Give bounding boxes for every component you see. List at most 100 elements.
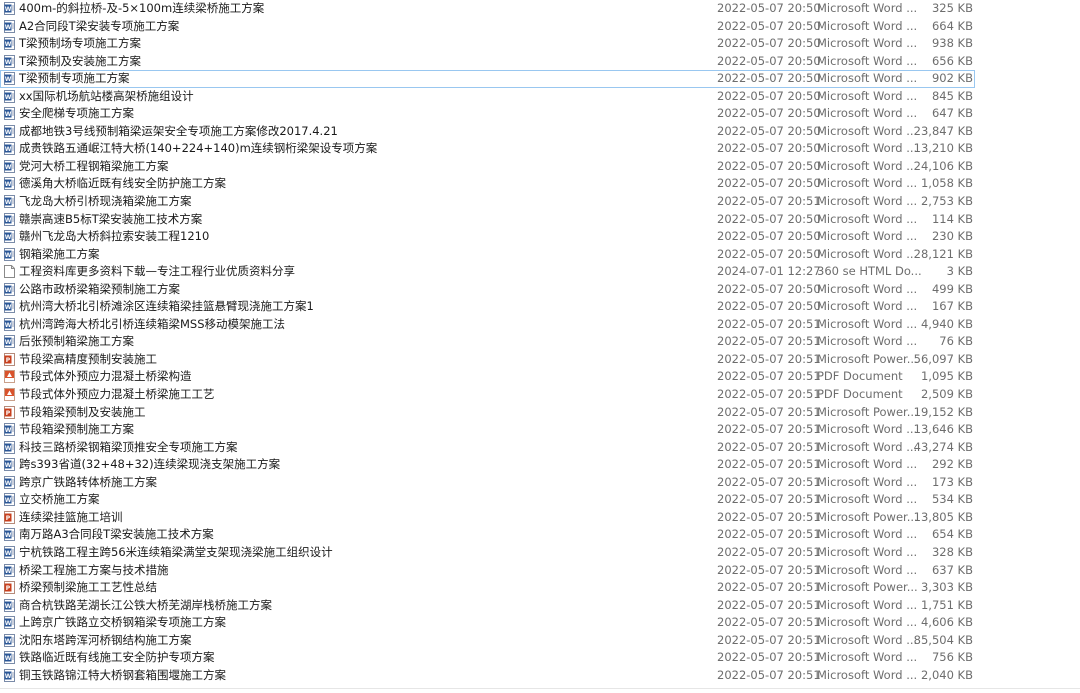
file-name: 钢箱梁施工方案 xyxy=(19,246,100,261)
file-name: 南万路A3合同段T梁安装施工技术方案 xyxy=(19,527,214,542)
file-row[interactable]: 节段式体外预应力混凝土桥梁施工工艺 2022-05-07 20:51 PDF Doc… xyxy=(0,386,1080,404)
word-icon: W xyxy=(4,616,15,630)
file-type: Microsoft Word ... xyxy=(817,176,918,191)
word-icon: W xyxy=(4,493,15,507)
file-row[interactable]: W 公路市政桥梁箱梁预制施工方案 2022-05-07 20:50 Microsoft… xyxy=(0,281,1080,299)
file-row[interactable]: P 桥梁预制梁施工工艺性总结 2022-05-07 20:51 Microsoft P… xyxy=(0,579,1080,597)
file-size: 3,303 KB xyxy=(920,580,973,595)
file-row[interactable]: W 桥梁工程施工方案与技术措施 2022-05-07 20:51 Microsoft … xyxy=(0,562,1080,580)
word-icon: W xyxy=(4,563,15,577)
file-size: 173 KB xyxy=(931,474,973,489)
svg-text:W: W xyxy=(5,164,12,171)
file-row[interactable]: W 赣崇高速B5标T梁安装施工技术方案 2022-05-07 20:50 Micros… xyxy=(0,211,1080,229)
file-name: 桥梁预制梁施工工艺性总结 xyxy=(19,580,157,595)
file-row[interactable]: W T梁预制专项施工方案 2022-05-07 20:50 Microsoft Wor… xyxy=(0,70,975,88)
file-row[interactable]: P 连续梁挂篮施工培训 2022-05-07 20:51 Microsoft Powe… xyxy=(0,509,1080,527)
file-row[interactable]: W 400m-的斜拉桥-及-5×100m连续梁桥施工方案 2022-05-07 20… xyxy=(0,0,1080,18)
file-row[interactable]: P 节段箱梁预制及安装施工 2022-05-07 20:51 Microsoft Po… xyxy=(0,404,1080,422)
file-name: 赣崇高速B5标T梁安装施工技术方案 xyxy=(19,211,203,226)
powerpoint-icon: P xyxy=(4,581,15,595)
file-row[interactable]: W 铜玉铁路锦江特大桥钢套箱围堰施工方案 2022-05-07 20:51 Micro… xyxy=(0,667,1080,685)
svg-text:W: W xyxy=(5,322,12,329)
file-date-modified: 2022-05-07 20:50 xyxy=(717,141,821,156)
file-size: 4,940 KB xyxy=(920,316,973,331)
file-row[interactable]: W 跨s393省道(32+48+32)连续梁现浇支架施工方案 2022-05-07 … xyxy=(0,456,1080,474)
file-size: 13,210 KB xyxy=(913,141,973,156)
svg-text:W: W xyxy=(5,199,12,206)
file-row[interactable]: W 安全爬梯专项施工方案 2022-05-07 20:50 Microsoft Wor… xyxy=(0,105,1080,123)
file-date-modified: 2022-05-07 20:51 xyxy=(717,544,821,559)
file-date-modified: 2022-05-07 20:51 xyxy=(717,492,821,507)
file-size: 499 KB xyxy=(931,281,973,296)
file-date-modified: 2022-05-07 20:51 xyxy=(717,615,821,630)
file-date-modified: 2022-05-07 20:50 xyxy=(717,229,821,244)
file-row[interactable]: W 党河大桥工程钢箱梁施工方案 2022-05-07 20:50 Microsoft … xyxy=(0,158,1080,176)
list-bottom-border xyxy=(0,688,1080,689)
file-size: 4,606 KB xyxy=(920,615,973,630)
svg-text:P: P xyxy=(6,410,11,417)
file-row[interactable]: W 钢箱梁施工方案 2022-05-07 20:50 Microsoft Word .… xyxy=(0,246,1080,264)
file-row[interactable]: 工程资料库更多资料下载—专注工程行业优质资料分享 2024-07-01 12:27… xyxy=(0,263,1080,281)
svg-text:W: W xyxy=(5,94,12,101)
file-type: Microsoft Word ... xyxy=(817,597,918,612)
file-row[interactable]: W 铁路临近既有线施工安全防护专项方案 2022-05-07 20:51 Micros… xyxy=(0,649,1080,667)
file-row[interactable]: W A2合同段T梁安装专项施工方案 2022-05-07 20:50 Microsof… xyxy=(0,18,1080,36)
file-row[interactable]: W 赣州飞龙岛大桥斜拉索安装工程1210 2022-05-07 20:50 Micro… xyxy=(0,228,1080,246)
file-row[interactable]: W 科技三路桥梁钢箱梁顶推安全专项施工方案 2022-05-07 20:51 Micr… xyxy=(0,439,1080,457)
file-size: 845 KB xyxy=(931,88,973,103)
file-date-modified: 2022-05-07 20:50 xyxy=(717,246,821,261)
powerpoint-icon: P xyxy=(4,352,15,366)
file-date-modified: 2022-05-07 20:50 xyxy=(717,123,821,138)
file-row[interactable]: W 后张预制箱梁施工方案 2022-05-07 20:51 Microsoft Wor… xyxy=(0,333,1080,351)
file-row[interactable]: W 上跨京广铁路立交桥钢箱梁专项施工方案 2022-05-07 20:51 Micro… xyxy=(0,614,1080,632)
file-type: Microsoft Word ... xyxy=(817,158,918,173)
file-name: 宁杭铁路工程主跨56米连续箱梁满堂支架现浇梁施工组织设计 xyxy=(19,544,333,559)
svg-text:W: W xyxy=(5,532,12,539)
file-date-modified: 2022-05-07 20:50 xyxy=(717,106,821,121)
svg-text:W: W xyxy=(5,252,12,259)
file-size: 56,097 KB xyxy=(913,351,973,366)
file-date-modified: 2022-05-07 20:51 xyxy=(717,597,821,612)
file-row[interactable]: P 节段梁高精度预制安装施工 2022-05-07 20:51 Microsoft P… xyxy=(0,351,1080,369)
file-date-modified: 2022-05-07 20:50 xyxy=(717,88,821,103)
file-row[interactable]: W 跨京广铁路转体桥施工方案 2022-05-07 20:51 Microsoft W… xyxy=(0,474,1080,492)
file-row[interactable]: W 德溪角大桥临近既有线安全防护施工方案 2022-05-07 20:50 Micro… xyxy=(0,175,1080,193)
file-row[interactable]: W 杭州湾跨海大桥北引桥连续箱梁MSS移动模架施工法 2022-05-07 20:5… xyxy=(0,316,1080,334)
word-icon: W xyxy=(4,142,15,156)
svg-text:W: W xyxy=(5,673,12,680)
file-name: 节段式体外预应力混凝土桥梁施工工艺 xyxy=(19,387,215,402)
file-row[interactable]: W 立交桥施工方案 2022-05-07 20:51 Microsoft Word .… xyxy=(0,491,1080,509)
file-row[interactable]: 节段式体外预应力混凝土桥梁构造 2022-05-07 20:51 PDF Docum… xyxy=(0,368,1080,386)
file-size: 167 KB xyxy=(931,299,973,314)
word-icon: W xyxy=(4,54,15,68)
file-name: 公路市政桥梁箱梁预制施工方案 xyxy=(19,281,180,296)
file-row[interactable]: W 南万路A3合同段T梁安装施工技术方案 2022-05-07 20:51 Micro… xyxy=(0,526,1080,544)
file-name: T梁预制场专项施工方案 xyxy=(19,36,142,51)
file-date-modified: 2022-05-07 20:51 xyxy=(717,580,821,595)
file-row[interactable]: W T梁预制场专项施工方案 2022-05-07 20:50 Microsoft Wo… xyxy=(0,35,1080,53)
svg-text:W: W xyxy=(5,287,12,294)
html-icon xyxy=(4,265,15,279)
file-row[interactable]: W 节段箱梁预制施工方案 2022-05-07 20:51 Microsoft Wor… xyxy=(0,421,1080,439)
file-row[interactable]: W T梁预制及安装施工方案 2022-05-07 20:50 Microsoft Wo… xyxy=(0,53,1080,71)
word-icon: W xyxy=(4,195,15,209)
file-date-modified: 2022-05-07 20:50 xyxy=(717,1,821,15)
file-name: 跨京广铁路转体桥施工方案 xyxy=(19,474,157,489)
word-icon: W xyxy=(4,2,15,15)
file-size: 647 KB xyxy=(931,106,973,121)
file-type: Microsoft Word ... xyxy=(817,53,918,68)
file-row[interactable]: W 成贵铁路五通岷江特大桥(140+224+140)m连续钢桁梁架设专项方案 202… xyxy=(0,140,1080,158)
file-row[interactable]: W 宁杭铁路工程主跨56米连续箱梁满堂支架现浇梁施工组织设计 2022-05-07 … xyxy=(0,544,1080,562)
file-row[interactable]: W 飞龙岛大桥引桥现浇箱梁施工方案 2022-05-07 20:51 Microsof… xyxy=(0,193,1080,211)
file-row[interactable]: W 商合杭铁路芜湖长江公铁大桥芜湖岸栈桥施工方案 2022-05-07 20:51 M… xyxy=(0,597,1080,615)
file-name: 商合杭铁路芜湖长江公铁大桥芜湖岸栈桥施工方案 xyxy=(19,597,272,612)
file-date-modified: 2022-05-07 20:51 xyxy=(717,562,821,577)
file-row[interactable]: W 沈阳东塔跨浑河桥钢结构施工方案 2022-05-07 20:51 Microsof… xyxy=(0,632,1080,650)
file-size: 19,152 KB xyxy=(913,404,973,419)
file-size: 1,095 KB xyxy=(920,369,973,384)
file-row[interactable]: W 成都地铁3号线预制箱梁运架安全专项施工方案修改2017.4.21 2022-05… xyxy=(0,123,1080,141)
file-date-modified: 2022-05-07 20:51 xyxy=(717,457,821,472)
word-icon: W xyxy=(4,159,15,173)
file-row[interactable]: W 杭州湾大桥北引桥滩涂区连续箱梁挂篮悬臂现浇施工方案1 2022-05-07 20… xyxy=(0,298,1080,316)
file-row[interactable]: Wxx国际机场航站楼高架桥施组设计 2022-05-07 20:50 Microso… xyxy=(0,88,1080,106)
